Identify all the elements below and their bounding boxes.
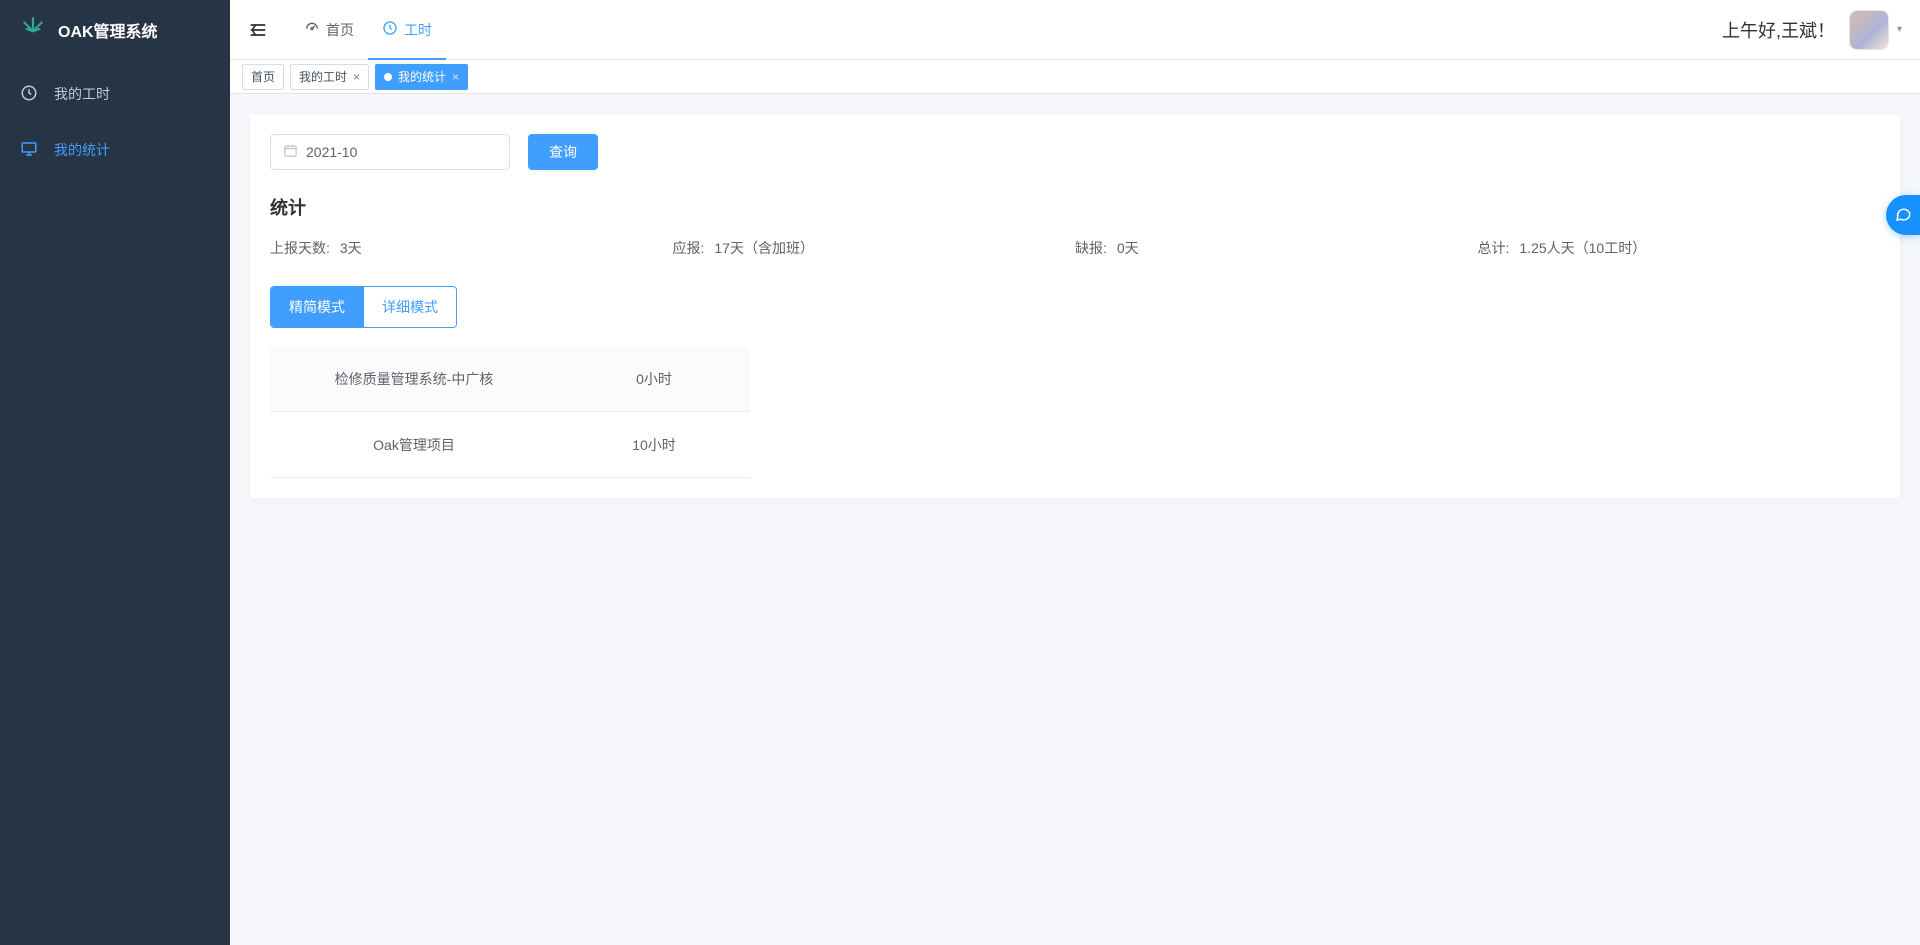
stats-row: 上报天数: 3天 应报: 17天（含加班） 缺报: 0天 总计: 1.25人天（… [270,238,1880,258]
stats-title: 统计 [270,194,1880,220]
top-tabs: 首页 工时 [290,0,446,59]
close-icon[interactable]: × [452,71,459,83]
greeting-text: 上午好,王斌！ [1722,17,1835,43]
sidebar-item-label: 我的工时 [54,84,110,104]
sidebar-item-my-hours[interactable]: 我的工时 [0,66,230,122]
stat-label: 上报天数: [270,238,330,258]
stat-label: 总计: [1478,238,1510,258]
stat-missing: 缺报: 0天 [1075,238,1478,258]
leaf-icon [20,16,46,45]
main: 首页 工时 上午好,王斌！ ▾ 首页 我的工时 × 我的统计 × [230,0,1920,945]
month-picker[interactable]: 2021-10 [270,134,510,170]
sidebar-item-my-stats[interactable]: 我的统计 [0,122,230,178]
query-button[interactable]: 查询 [528,134,598,170]
tag-label: 首页 [251,68,275,85]
hamburger-toggle[interactable] [248,20,268,40]
top-tab-home[interactable]: 首页 [290,0,368,59]
tag-label: 我的工时 [299,68,347,85]
feedback-fab[interactable] [1886,195,1920,235]
project-name: Oak管理项目 [270,435,558,455]
stat-total: 总计: 1.25人天（10工时） [1478,238,1881,258]
stat-value: 3天 [340,238,362,258]
stat-reported-days: 上报天数: 3天 [270,238,673,258]
project-hours: 10小时 [558,435,750,455]
stat-value: 1.25人天（10工时） [1519,238,1646,258]
mode-simple-button[interactable]: 精简模式 [271,287,363,327]
sidebar-menu: 我的工时 我的统计 [0,60,230,178]
mode-segmented: 精简模式 详细模式 [270,286,457,328]
header-right: 上午好,王斌！ ▾ [1722,10,1902,50]
sidebar: OAK管理系统 我的工时 我的统计 [0,0,230,945]
top-tab-hours[interactable]: 工时 [368,0,446,59]
chat-icon [1894,205,1912,226]
stat-value: 17天（含加班） [714,238,814,258]
caret-down-icon[interactable]: ▾ [1897,24,1902,35]
clock-icon [20,84,38,105]
mode-label: 精简模式 [289,299,345,315]
top-tab-label: 工时 [404,20,432,40]
tag-home[interactable]: 首页 [242,64,284,90]
content: 2021-10 查询 统计 上报天数: 3天 应报: 17天（含加班） [230,94,1920,945]
tag-my-stats[interactable]: 我的统计 × [375,64,468,90]
top-tab-label: 首页 [326,20,354,40]
calendar-icon [283,143,298,161]
tag-my-hours[interactable]: 我的工时 × [290,64,369,90]
stat-label: 应报: [673,238,705,258]
mode-label: 详细模式 [382,299,438,315]
view-tags: 首页 我的工时 × 我的统计 × [230,60,1920,94]
filter-row: 2021-10 查询 [270,134,1880,170]
logo-row: OAK管理系统 [0,0,230,60]
dashboard-icon [304,20,320,39]
table-row: Oak管理项目 10小时 [270,412,750,478]
monitor-icon [20,140,38,161]
query-button-label: 查询 [549,142,577,162]
stat-label: 缺报: [1075,238,1107,258]
table-row: 检修质量管理系统-中广核 0小时 [270,346,750,412]
active-dot-icon [384,73,392,81]
project-name: 检修质量管理系统-中广核 [270,369,558,389]
project-hours: 0小时 [558,369,750,389]
stats-card: 2021-10 查询 统计 上报天数: 3天 应报: 17天（含加班） [250,114,1900,498]
header: 首页 工时 上午好,王斌！ ▾ [230,0,1920,60]
stat-value: 0天 [1117,238,1139,258]
sidebar-item-label: 我的统计 [54,140,110,160]
avatar[interactable] [1849,10,1889,50]
clock-icon [382,20,398,39]
project-hours-table: 检修质量管理系统-中广核 0小时 Oak管理项目 10小时 [270,346,750,478]
close-icon[interactable]: × [353,71,360,83]
stat-expected: 应报: 17天（含加班） [673,238,1076,258]
month-value: 2021-10 [306,144,357,160]
tag-label: 我的统计 [398,68,446,85]
app-title: OAK管理系统 [58,18,158,42]
mode-detail-button[interactable]: 详细模式 [363,287,456,327]
